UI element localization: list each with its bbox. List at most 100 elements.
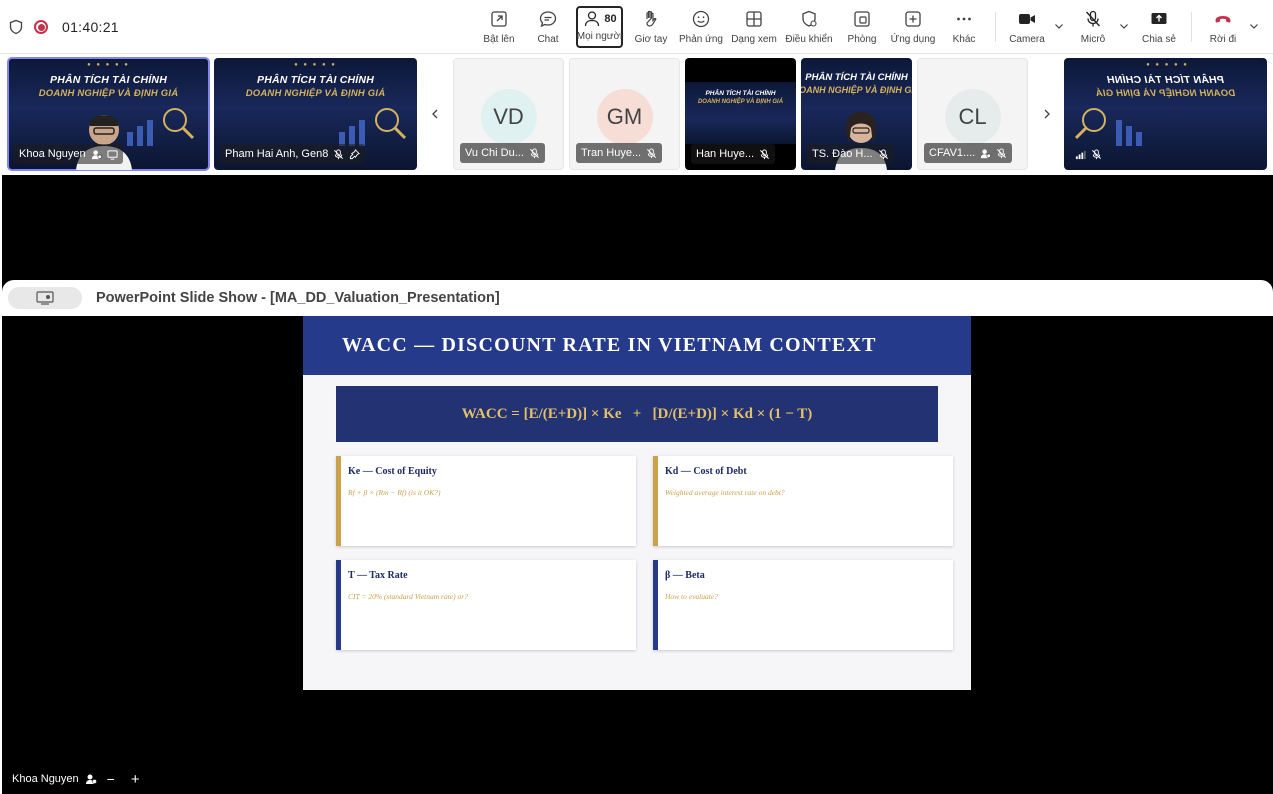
view-label: Dạng xem [731, 34, 777, 45]
more-icon [957, 17, 971, 21]
apps-label: Ứng dụng [890, 34, 936, 45]
card-tax-rate: T — Tax Rate CIT = 20% (standard Vietnam… [336, 560, 636, 650]
presenter-tag: Khoa Nguyen − + [12, 771, 140, 788]
participant-strip: ● ● ● ● ● PHÂN TÍCH TÀI CHÍNH DOANH NGHI… [0, 54, 1273, 174]
mic-muted-icon [997, 147, 1007, 158]
share-window-title: PowerPoint Slide Show - [MA_DD_Valuation… [96, 290, 500, 306]
chart-decoration-icon [1075, 108, 1143, 146]
rooms-icon [854, 11, 870, 27]
participant-tile[interactable]: CL CFAV1.... [917, 58, 1028, 170]
chevron-left-icon [432, 109, 438, 119]
card-cost-of-debt: Kd — Cost of Debt Weighted average inter… [653, 456, 953, 546]
mic-muted-icon [878, 148, 888, 159]
raise-label: Bật lên [483, 34, 515, 45]
camera-icon [1019, 14, 1035, 24]
presentation-slide: WACC — DISCOUNT RATE IN VIETNAM CONTEXT … [303, 316, 971, 690]
shield-icon [9, 19, 23, 35]
logo-row: ● ● ● ● ● [294, 62, 337, 68]
card-title: T — Tax Rate [348, 570, 408, 581]
banner-subtitle: DOANH NGHIỆP VÀ ĐỊNH GIÁ [801, 85, 912, 95]
leave-label: Rời đi [1209, 34, 1237, 45]
participant-tile[interactable]: VD Vu Chi Du... [453, 58, 564, 170]
card-subtitle: Weighted average interest rate on debt? [665, 488, 785, 497]
strip-previous-button[interactable] [420, 58, 450, 170]
hand-icon [646, 10, 657, 27]
mic-muted-icon [529, 147, 539, 158]
mic-label: Micrô [1080, 34, 1106, 45]
raise-hand-button[interactable]: Giơ tay [632, 6, 670, 48]
rooms-label: Phòng [847, 34, 877, 45]
organizer-icon [981, 148, 992, 158]
camera-button[interactable]: Camera [1006, 6, 1048, 48]
people-button[interactable]: 80 Mọi người [576, 6, 623, 48]
participant-tile[interactable]: GM Tran Huye... [569, 58, 680, 170]
leave-options-chevron-icon[interactable] [1248, 20, 1260, 32]
participant-tile[interactable]: PHÂN TÍCH TÀI CHÍNH DOANH NGHIỆP VÀ ĐỊNH… [801, 58, 912, 170]
participant-name: TS. Đào H... [812, 148, 873, 160]
toolbar-divider [1191, 12, 1192, 42]
people-label: Mọi người [576, 31, 623, 42]
share-button[interactable]: Chia sẻ [1140, 6, 1178, 48]
participant-tile[interactable]: PHÂN TÍCH TÀI CHÍNH DOANH NGHIỆP VÀ ĐỊNH… [685, 58, 796, 170]
mic-options-chevron-icon[interactable] [1118, 20, 1130, 32]
participant-name-tag: Tran Huye... [576, 143, 663, 163]
participant-tile[interactable]: ● ● ● ● ● PHÂN TÍCH TÀI CHÍNH DOANH NGHI… [214, 58, 417, 170]
card-accent-bar [336, 560, 341, 650]
mic-button[interactable]: Micrô [1076, 6, 1110, 48]
avatar: GM [596, 89, 653, 145]
banner-title: PHÂN TÍCH TÀI CHÍNH [705, 90, 776, 97]
share-control-button[interactable] [8, 287, 82, 309]
zoom-out-button[interactable]: − [107, 771, 115, 787]
recording-icon [34, 20, 48, 34]
participant-tile[interactable]: ● ● ● ● ● PHÂN TÍCH TÀI CHÍNH DOANH NGHI… [1064, 58, 1267, 170]
view-button[interactable]: Dạng xem [730, 6, 778, 48]
wacc-formula: WACC = [E/(E+D)] × Ke + [D/(E+D)] × Kd ×… [461, 405, 813, 422]
emoji-icon [692, 10, 710, 28]
call-status: 01:40:21 [8, 14, 119, 40]
participant-name-tag [1070, 144, 1112, 164]
logo-row: ● ● ● ● ● [1144, 62, 1187, 68]
slide-header: WACC — DISCOUNT RATE IN VIETNAM CONTEXT [303, 316, 971, 375]
participant-name-tag: TS. Đào H... [807, 144, 894, 164]
card-title: Ke — Cost of Equity [348, 466, 437, 477]
call-timer: 01:40:21 [62, 19, 119, 35]
mic-muted-icon [647, 147, 657, 158]
presenter-name: Khoa Nguyen [12, 773, 79, 785]
card-subtitle: CIT = 20% (standard Vietnam rate) or? [348, 592, 468, 601]
chat-button[interactable]: Chat [530, 6, 566, 48]
share-header: PowerPoint Slide Show - [MA_DD_Valuation… [2, 280, 1273, 316]
add-app-icon [905, 11, 921, 27]
leave-button[interactable]: Rời đi [1204, 6, 1242, 48]
participant-tile[interactable]: ● ● ● ● ● PHÂN TÍCH TÀI CHÍNH DOANH NGHI… [7, 57, 210, 171]
signal-strength-icon [1075, 150, 1086, 159]
grid-icon [746, 11, 762, 27]
strip-next-button[interactable] [1032, 58, 1062, 170]
chart-decoration-icon [338, 108, 406, 146]
raise-button[interactable]: Bật lên [480, 6, 518, 48]
mic-muted-icon [760, 148, 770, 159]
card-title: β — Beta [665, 570, 705, 581]
participant-name-tag: Vu Chi Du... [460, 143, 545, 163]
formula-box: WACC = [E/(E+D)] × Ke + [D/(E+D)] × Kd ×… [336, 386, 938, 442]
participant-name: Vu Chi Du... [465, 147, 524, 159]
organizer-icon [91, 149, 102, 159]
share-screen-icon [1151, 13, 1167, 24]
card-subtitle: Rf + β × (Rm − Rf) (is it OK?) [348, 488, 441, 497]
card-accent-bar [336, 456, 341, 546]
more-label: Khác [952, 34, 976, 45]
card-subtitle: How to evaluate? [665, 592, 718, 601]
apps-button[interactable]: Ứng dụng [889, 6, 937, 48]
banner-title: PHÂN TÍCH TÀI CHÍNH [805, 72, 908, 83]
more-button[interactable]: Khác [949, 6, 979, 48]
pin-icon [350, 148, 361, 159]
banner-title: PHÂN TÍCH TÀI CHÍNH [1107, 74, 1224, 86]
shared-content-stage: PowerPoint Slide Show - [MA_DD_Valuation… [2, 175, 1273, 794]
camera-options-chevron-icon[interactable] [1053, 20, 1065, 32]
react-button[interactable]: Phản ứng [678, 6, 724, 48]
banner-subtitle: DOANH NGHIỆP VÀ ĐỊNH GIÁ [245, 88, 386, 99]
zoom-in-button[interactable]: + [131, 771, 140, 788]
rooms-button[interactable]: Phòng [844, 6, 880, 48]
mic-muted-icon [334, 148, 344, 159]
control-button[interactable]: Điều khiển [784, 6, 834, 48]
people-icon [585, 11, 600, 27]
